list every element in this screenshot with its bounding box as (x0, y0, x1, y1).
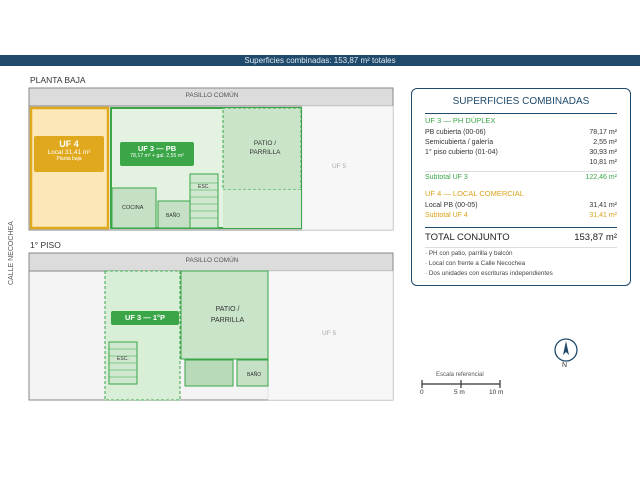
uf5-area-pb (301, 105, 394, 231)
total-divider (425, 227, 617, 228)
uf3-pb-badge: UF 3 — PB 78,17 m² + gal. 2,55 m² (120, 142, 194, 166)
uf4-row-1-label: Local PB (00-05) (425, 202, 478, 209)
uf3-row-1-value: 78,17 m² (589, 129, 617, 136)
uf3-pb-area-label: 78,17 m² + gal. 2,55 m² (130, 153, 184, 159)
planta-baja-label: PLANTA BAJA (30, 75, 86, 85)
uf4-row-1-value: 31,41 m² (589, 202, 617, 209)
header-bar: Superficies combinadas: 153,87 m² totale… (0, 55, 640, 66)
street-label: CALLE NECOCHEA (8, 221, 15, 285)
uf3-row-2-label: Semicubierta / galería (425, 139, 494, 146)
uf3-row-2: Semicubierta / galería 2,55 m² (425, 139, 617, 146)
uf3-subtotal-value: 122,46 m² (585, 174, 617, 181)
uf3-row-3-label: 1° piso cubierto (01-04) (425, 149, 498, 156)
uf3-pb-title: UF 3 — PB (137, 144, 177, 153)
uf4-area-label: Local 31,41 m² (47, 149, 91, 156)
uf4-row-1: Local PB (00-05) 31,41 m² (425, 202, 617, 209)
bano-pb-label: BAÑO (166, 213, 181, 219)
uf3-row-1-label: PB cubierta (00-06) (425, 129, 486, 136)
scale-bar (421, 380, 501, 388)
uf3-row-3: 1° piso cubierto (01-04) 30,93 m² (425, 149, 617, 156)
uf4-subtotal: Subtotal UF 4 31,41 m² (425, 212, 617, 219)
patio-lower-pb (223, 190, 301, 228)
esc-pb-label: ESC. (198, 184, 210, 190)
p1-room-area (184, 359, 234, 387)
uf4-subtotal-label: Subtotal UF 4 (425, 212, 468, 219)
uf3-row-1: PB cubierta (00-06) 78,17 m² (425, 129, 617, 136)
uf3-section-title: UF 3 — PH DÚPLEX (425, 116, 496, 125)
compass-icon (554, 338, 578, 362)
bano-p1-label: BAÑO (247, 372, 262, 378)
total-value: 153,87 m² (574, 232, 617, 243)
patio-pb-label: PATIO / PARRILLA (249, 140, 281, 156)
uf4-title: UF 4 (59, 139, 79, 149)
scale-tick-5: 5 m (454, 389, 465, 396)
summary-title-divider (425, 113, 617, 114)
uf3-subtotal: Subtotal UF 3 122,46 m² (425, 171, 617, 181)
esc-pb-area (189, 173, 219, 229)
pasillo-p1-label: PASILLO COMÚN (185, 257, 239, 264)
scale-tick-10: 10 m (489, 389, 504, 396)
note-3: · Dos unidades con escrituras independie… (425, 270, 553, 277)
header-title: Superficies combinadas: 153,87 m² totale… (244, 56, 396, 65)
uf4-section-title: UF 4 — LOCAL COMERCIAL (425, 189, 524, 198)
scale-tick-0: 0 (420, 389, 424, 396)
notes-divider (425, 247, 617, 248)
esc-p1-label: ESC. (117, 356, 129, 362)
uf3-subtotal-label: Subtotal UF 3 (425, 174, 468, 181)
uf3-row-2-value: 2,55 m² (593, 139, 617, 146)
note-2: · Local con frente a Calle Necochea (425, 260, 526, 267)
summary-title: SUPERFICIES COMBINADAS (452, 96, 590, 107)
uf3-row-4-value: 10,81 m² (589, 159, 617, 166)
summary-panel: SUPERFICIES COMBINADAS UF 3 — PH DÚPLEX … (411, 88, 631, 286)
uf3-p1-badge: UF 3 — 1°P (111, 311, 179, 325)
uf4-subtotal-value: 31,41 m² (589, 212, 617, 219)
cocina-label: COCINA (122, 205, 144, 211)
note-1: · PH con patio, parrilla y balcón (425, 250, 513, 257)
piso1-plan (28, 252, 394, 401)
piso1-label: 1° PISO (30, 240, 61, 250)
total-label: TOTAL CONJUNTO (425, 232, 510, 243)
patio-p1-label: PATIO / PARRILLA (210, 306, 245, 324)
uf5-p1-label: UF 5 (322, 330, 337, 337)
scale-title: Escala referencial (436, 372, 484, 378)
total-row: TOTAL CONJUNTO 153,87 m² (425, 232, 617, 243)
uf3-row-3-value: 30,93 m² (589, 149, 617, 156)
uf4-sub: Planta baja (56, 156, 82, 162)
uf4-badge: UF 4 Local 31,41 m² Planta baja (34, 136, 104, 172)
pasillo-pb-label: PASILLO COMÚN (185, 92, 239, 99)
uf5-pb-label: UF 5 (332, 163, 347, 170)
compass-north-label: N (562, 362, 568, 369)
